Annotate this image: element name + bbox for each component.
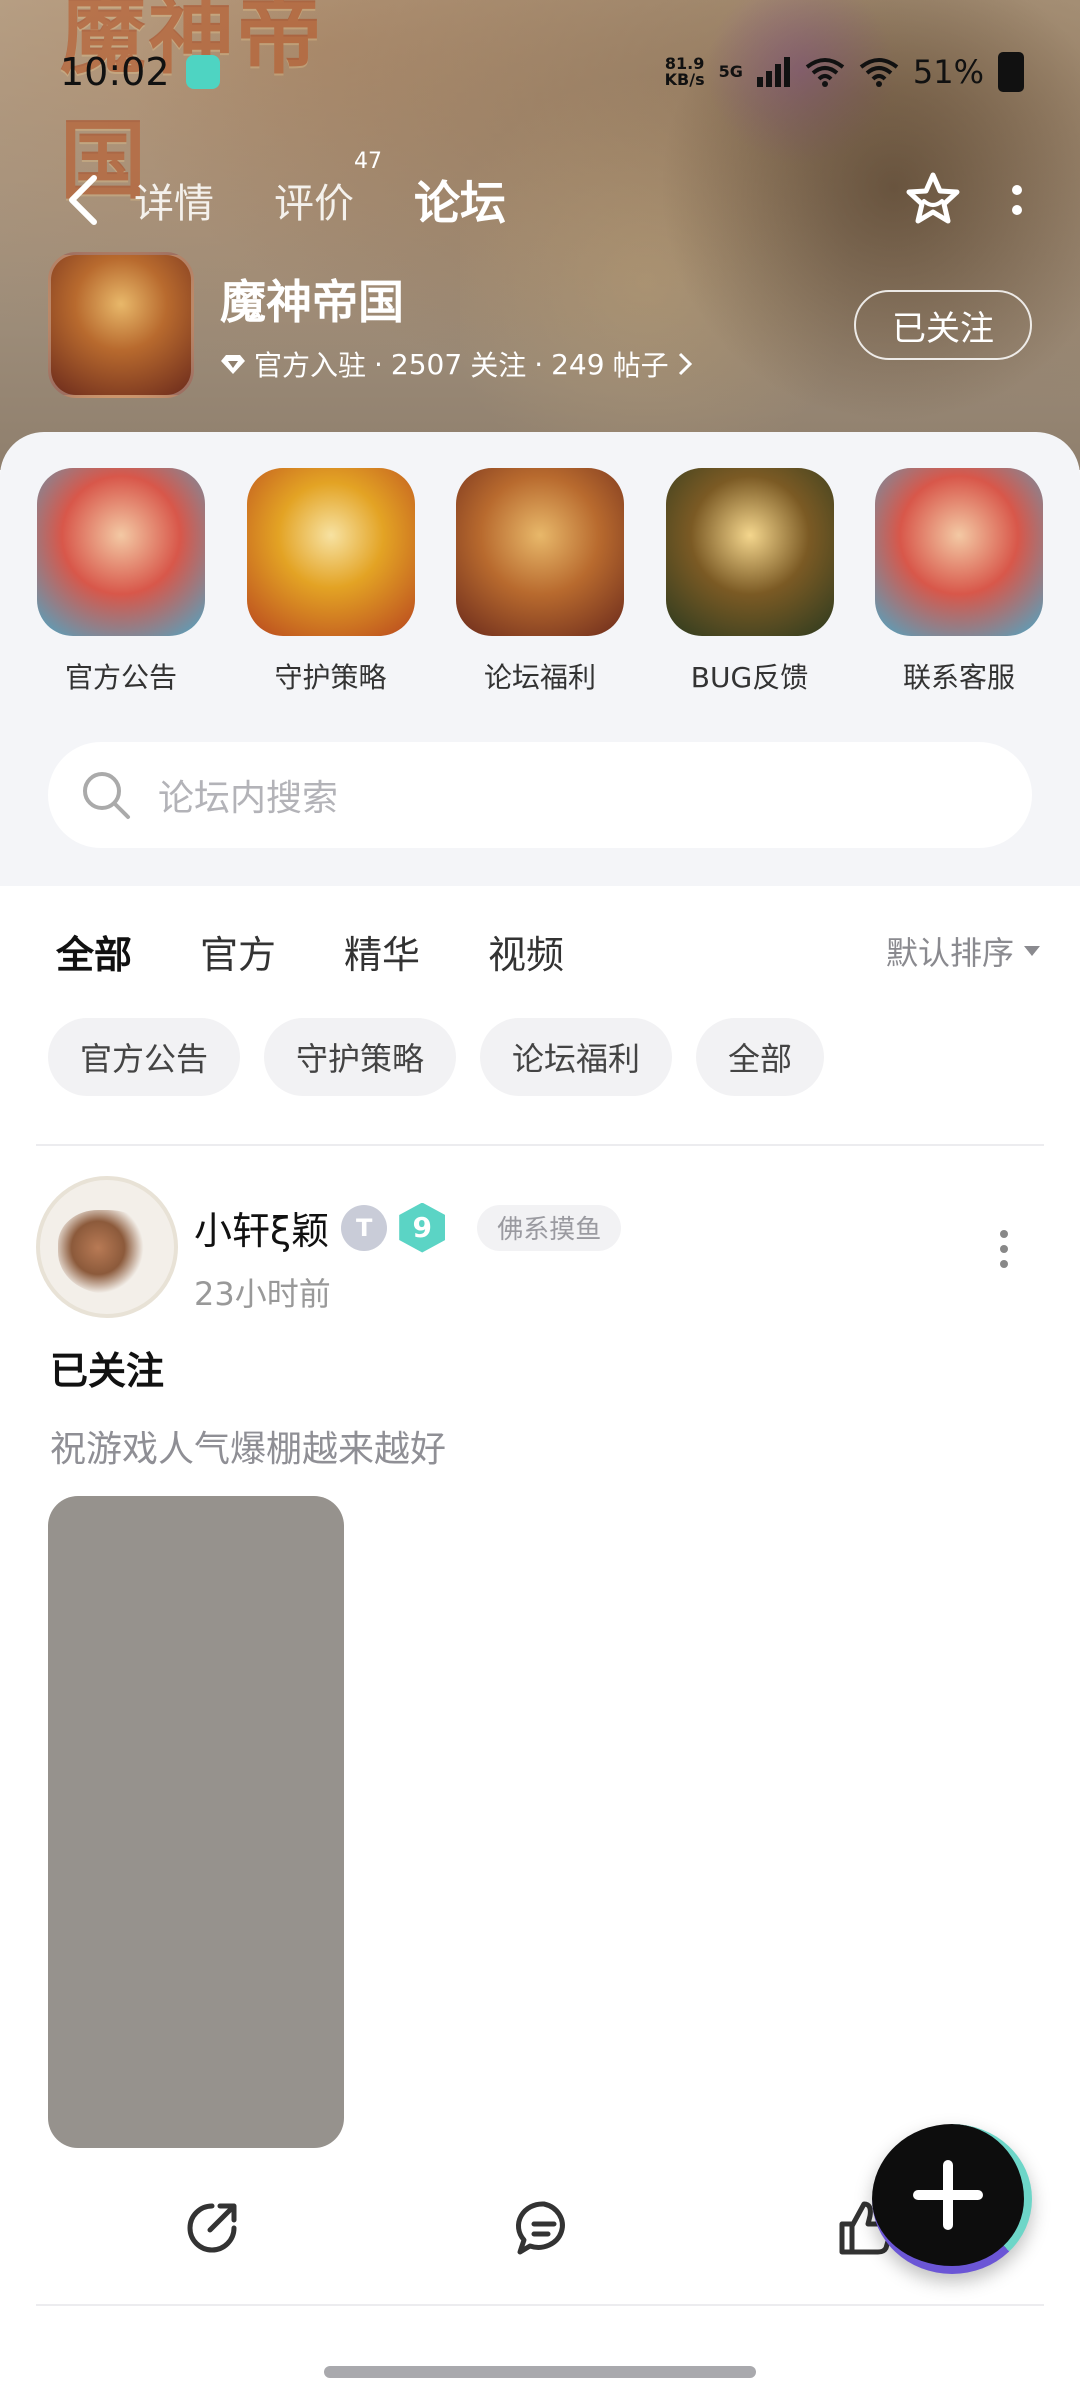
caret-down-icon [1024, 946, 1040, 956]
search-icon [83, 772, 130, 819]
battery-percent: 51% [912, 53, 984, 91]
wifi-icon [805, 58, 845, 87]
game-stats[interactable]: 官方入驻 · 2507 关注 · 249 帖子 [220, 344, 693, 384]
post-body[interactable]: 祝游戏人气爆棚越来越好 [50, 1420, 446, 1472]
plus-icon [913, 2160, 983, 2230]
post-more-icon[interactable] [1000, 1230, 1008, 1268]
category-welfare[interactable]: 论坛福利 [455, 468, 625, 696]
follow-button[interactable]: 已关注 [854, 290, 1032, 360]
filter-official[interactable]: 官方 [200, 924, 276, 979]
notification-app-icon [185, 55, 220, 89]
posts-count: 249 [551, 347, 605, 381]
user-tag: 佛系摸鱼 [477, 1204, 622, 1251]
comment-icon[interactable] [514, 2198, 574, 2258]
official-label: 官方入驻 [254, 349, 367, 382]
chip-welfare[interactable]: 论坛福利 [480, 1018, 673, 1096]
category-row: 官方公告 守护策略 论坛福利 BUG反馈 联系客服 [36, 468, 1044, 696]
forum-search[interactable]: 论坛内搜索 [48, 742, 1032, 848]
tab-forum[interactable]: 论坛 [408, 167, 512, 237]
title-badge: T [341, 1204, 388, 1251]
sort-dropdown[interactable]: 默认排序 [886, 928, 1040, 974]
category-contact-support[interactable]: 联系客服 [874, 468, 1044, 696]
chip-all[interactable]: 全部 [696, 1018, 825, 1096]
support-icon [875, 468, 1043, 636]
category-bug-report[interactable]: BUG反馈 [665, 468, 835, 696]
wifi-icon-secondary [859, 58, 899, 87]
diamond-icon [221, 355, 245, 374]
welfare-icon [456, 468, 624, 636]
search-input[interactable]: 论坛内搜索 [158, 769, 338, 821]
post-header: 小轩ξ颖 T 9 佛系摸鱼 23小时前 [36, 1176, 1044, 1318]
post-image[interactable] [48, 1496, 344, 2148]
game-title: 魔神帝国 [220, 275, 404, 329]
clock: 10:02 [60, 50, 170, 94]
forum-panel: 官方公告 守护策略 论坛福利 BUG反馈 联系客服 论坛内搜索 [0, 432, 1080, 886]
back-arrow-icon[interactable] [56, 172, 112, 228]
status-bar: 10:02 81.9 KB/s 5G 51% [60, 44, 1024, 100]
avatar[interactable] [36, 1176, 178, 1318]
level-badge: 9 [399, 1202, 446, 1253]
chip-row: 官方公告 守护策略 论坛福利 全部 [48, 1018, 825, 1096]
game-info: 魔神帝国 官方入驻 · 2507 关注 · 249 帖子 已关注 [48, 250, 1032, 400]
home-indicator[interactable] [324, 2366, 756, 2378]
tab-reviews[interactable]: 评价 47 [274, 149, 382, 229]
post-author[interactable]: 小轩ξ颖 [194, 1200, 329, 1255]
chip-strategy[interactable]: 守护策略 [264, 1018, 457, 1096]
bug-report-icon [665, 468, 834, 636]
divider [36, 1144, 1044, 1146]
cellular-signal-icon [756, 57, 790, 87]
post-timestamp: 23小时前 [194, 1275, 331, 1313]
chevron-right-icon [678, 352, 692, 376]
favorite-star-icon[interactable] [902, 169, 964, 231]
category-strategy[interactable]: 守护策略 [246, 468, 416, 696]
strategy-icon [246, 468, 415, 636]
chip-announcements[interactable]: 官方公告 [48, 1018, 241, 1096]
tab-details[interactable]: 详情 [134, 171, 214, 229]
announcement-icon [37, 468, 205, 636]
battery-icon [998, 52, 1024, 92]
net-speed: 81.9 KB/s [664, 54, 705, 89]
more-options-icon[interactable] [1010, 185, 1024, 215]
posts-label: 帖子 [612, 349, 669, 382]
followers-count: 2507 [390, 347, 463, 381]
create-post-button[interactable] [872, 2124, 1032, 2274]
followers-label: 关注 [470, 349, 527, 382]
filter-tabs: 全部 官方 精华 视频 默认排序 [56, 916, 1040, 986]
top-nav: 详情 评价 47 论坛 [56, 149, 1024, 240]
divider [36, 2304, 1044, 2306]
filter-video[interactable]: 视频 [488, 924, 564, 979]
game-icon[interactable] [48, 252, 194, 398]
network-type: 5G [718, 62, 743, 81]
post-title[interactable]: 已关注 [50, 1340, 164, 1395]
filter-all[interactable]: 全部 [56, 924, 133, 985]
share-icon[interactable] [182, 2198, 242, 2258]
review-count-badge: 47 [354, 149, 382, 174]
category-announcements[interactable]: 官方公告 [36, 468, 206, 696]
filter-featured[interactable]: 精华 [344, 924, 420, 979]
